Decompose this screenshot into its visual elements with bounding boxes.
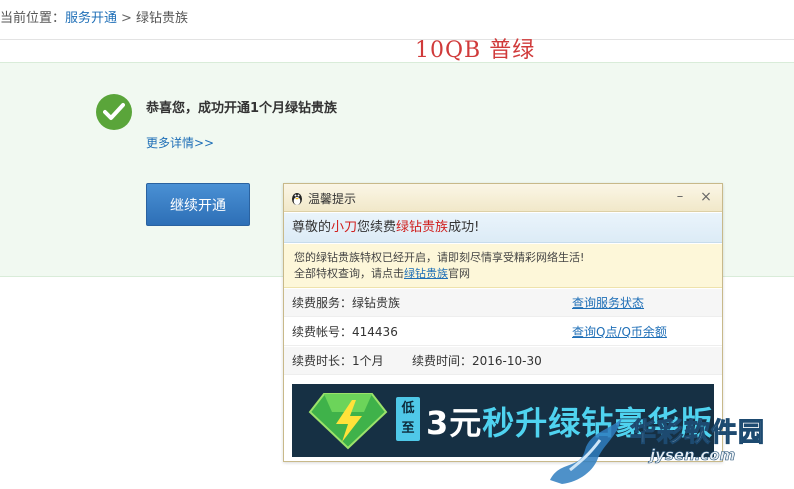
watermark-url: jysen.com xyxy=(650,446,736,465)
notice-line-1: 您的绿钻贵族特权已经开启，请即刻尽情享受精彩网络生活! xyxy=(294,251,585,264)
breadcrumb-link-service[interactable]: 服务开通 xyxy=(65,11,117,26)
notice-line-2: 全部特权查询，请点击绿钻贵族官网 xyxy=(294,266,722,282)
service-value: 绿钻贵族 xyxy=(352,296,401,310)
breadcrumb-current: 绿钻贵族 xyxy=(135,11,188,26)
qq-penguin-icon xyxy=(292,193,302,205)
official-site-link[interactable]: 绿钻贵族 xyxy=(404,267,448,280)
query-service-status-link[interactable]: 查询服务状态 xyxy=(572,289,644,317)
query-balance-link[interactable]: 查询Q点/Q币余额 xyxy=(572,318,667,346)
promo-price: 3元 xyxy=(426,404,483,442)
time-label: 续费时间： xyxy=(412,354,473,368)
headline-text: 您续费 xyxy=(357,220,397,235)
dialog-header[interactable]: 温馨提示 – × xyxy=(284,184,722,212)
headline-text: 尊敬的 xyxy=(292,220,332,235)
time-value: 2016-10-30 xyxy=(472,354,542,368)
dialog-headline: 尊敬的小刀您续费绿钻贵族成功! xyxy=(284,213,722,243)
site-watermark: 华彩软件园 jysen.com xyxy=(540,410,794,489)
service-label: 续费服务： xyxy=(292,296,353,310)
duration-value: 1个月 xyxy=(352,354,384,368)
watermark-text: 华彩软件园 xyxy=(629,418,766,449)
low-price-badge: 低至 xyxy=(396,397,420,441)
info-row-service: 续费服务：绿钻贵族 查询服务状态 xyxy=(284,289,722,317)
check-circle-icon xyxy=(96,94,132,130)
close-button[interactable]: × xyxy=(698,188,714,206)
continue-subscribe-button[interactable]: 继续开通 xyxy=(146,183,250,226)
renewal-time: 续费时间：2016-10-30 xyxy=(412,347,542,375)
lightning-gem-icon xyxy=(308,393,388,450)
more-details-link[interactable]: 更多详情>> xyxy=(146,134,214,151)
account-label: 续费帐号： xyxy=(292,325,353,339)
notice-text: 官网 xyxy=(448,267,470,280)
info-row-duration: 续费时长：1个月 续费时间：2016-10-30 xyxy=(284,347,722,375)
success-title: 恭喜您，成功开通1个月绿钻贵族 xyxy=(146,101,338,116)
info-row-account: 续费帐号：414436 查询Q点/Q币余额 xyxy=(284,318,722,346)
handwritten-annotation: 10QB 普绿 xyxy=(415,38,536,63)
breadcrumb: 当前位置：服务开通 > 绿钻贵族 xyxy=(0,0,794,40)
duration-label: 续费时长： xyxy=(292,354,353,368)
privilege-notice: 您的绿钻贵族特权已经开启，请即刻尽情享受精彩网络生活! 全部特权查询，请点击绿钻… xyxy=(284,244,722,288)
breadcrumb-prefix: 当前位置： xyxy=(0,11,66,26)
dragon-logo-icon xyxy=(550,418,622,484)
headline-service-name: 绿钻贵族 xyxy=(396,220,449,235)
breadcrumb-separator: > xyxy=(121,11,132,26)
minimize-button[interactable]: – xyxy=(672,188,688,206)
notice-text: 全部特权查询，请点击 xyxy=(294,267,404,280)
dialog-title: 温馨提示 xyxy=(308,192,357,206)
headline-text: 成功! xyxy=(448,220,480,235)
headline-user-name: 小刀 xyxy=(331,220,358,235)
account-value: 414436 xyxy=(352,325,398,339)
